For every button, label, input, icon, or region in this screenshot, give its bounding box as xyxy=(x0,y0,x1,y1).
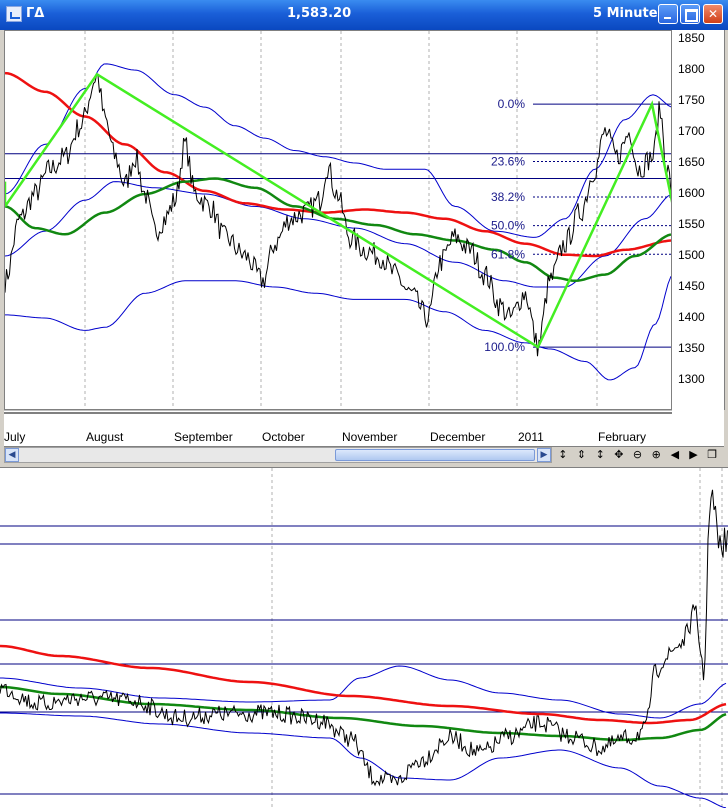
moving-average-green xyxy=(5,177,671,283)
time-tick-label: August xyxy=(86,430,124,444)
price-tick-label: 1450 xyxy=(678,279,705,293)
time-tick-label: December xyxy=(430,430,486,444)
lower-moving-average-red xyxy=(0,644,727,725)
price-tick-label: 1550 xyxy=(678,217,705,231)
last-price: 1,583.20 xyxy=(287,6,352,21)
price-axis[interactable]: 1850 1800 1750 1700 1650 1600 1550 1500 1450 1400… xyxy=(672,30,725,410)
secondary-chart-svg xyxy=(0,468,728,809)
arrow-right-icon[interactable]: ▶ xyxy=(537,448,551,462)
moving-average-red xyxy=(5,71,671,258)
price-series xyxy=(5,74,671,357)
price-tick-label: 1850 xyxy=(678,31,705,45)
auto-scale-icon[interactable]: ↕ xyxy=(556,447,570,463)
interval-label: 5 Minute xyxy=(593,6,658,21)
fib-level-label: 38.2% xyxy=(491,190,525,204)
restore-icon[interactable]: ❐ xyxy=(705,447,719,463)
price-tick-label: 1750 xyxy=(678,93,705,107)
symbol-title: ΓΔ xyxy=(26,6,45,21)
minimize-button[interactable] xyxy=(658,4,678,24)
scroll-page-icon[interactable]: ⇕ xyxy=(575,447,589,463)
time-tick-label: February xyxy=(598,430,647,444)
chart-window: ΓΔ 1,583.20 5 Minute 0.0% 23.6% 38.2% 50.0%… xyxy=(0,0,728,467)
price-tick-label: 1600 xyxy=(678,186,705,200)
price-tick-label: 1500 xyxy=(678,248,705,262)
close-button[interactable] xyxy=(703,4,723,24)
fib-level-label: 50.0% xyxy=(491,219,525,233)
zoom-in-icon[interactable]: ⊕ xyxy=(649,447,663,463)
time-tick-label: October xyxy=(262,430,305,444)
time-tick-label: July xyxy=(4,430,26,444)
price-tick-label: 1700 xyxy=(678,124,705,138)
next-icon[interactable]: ▶ xyxy=(687,447,701,463)
title-bar[interactable]: ΓΔ 1,583.20 5 Minute xyxy=(0,0,728,30)
price-tick-label: 1650 xyxy=(678,155,705,169)
price-tick-label: 1350 xyxy=(678,341,705,355)
price-tick-label: 1800 xyxy=(678,62,705,76)
fib-level-label: 23.6% xyxy=(491,154,525,168)
fib-level-label: 61.8% xyxy=(491,247,525,261)
horizontal-scrollbar[interactable]: ◀ ▶ xyxy=(4,447,552,463)
price-chart-svg: 0.0% 23.6% 38.2% 50.0% 61.8% 100.0% xyxy=(5,31,671,409)
maximize-button[interactable] xyxy=(680,4,700,24)
fib-level-label: 100.0% xyxy=(484,340,525,354)
price-chart-area[interactable]: 0.0% 23.6% 38.2% 50.0% 61.8% 100.0% xyxy=(4,30,672,410)
zoom-out-icon[interactable]: ⊖ xyxy=(631,447,645,463)
price-tick-label: 1400 xyxy=(678,310,705,324)
chart-app-icon xyxy=(6,6,22,22)
bollinger-lower-band xyxy=(5,276,671,381)
time-tick-label: September xyxy=(174,430,233,444)
secondary-chart-area[interactable] xyxy=(0,467,728,809)
lower-band-upper xyxy=(0,665,727,719)
previous-icon[interactable]: ◀ xyxy=(668,447,682,463)
move-vertical-icon[interactable]: ↕ xyxy=(593,447,607,463)
time-axis[interactable]: July August September October November Decemb… xyxy=(4,410,724,447)
price-tick-label: 1300 xyxy=(678,372,705,386)
time-tick-label: 2011 xyxy=(518,430,544,444)
arrow-left-icon[interactable]: ◀ xyxy=(5,448,19,462)
fib-level-label: 0.0% xyxy=(498,97,526,111)
time-tick-label: November xyxy=(342,430,398,444)
scrollbar-thumb[interactable] xyxy=(335,449,535,461)
move-icon[interactable]: ✥ xyxy=(612,447,626,463)
chart-navigation-toolbar: ↕ ⇕ ↕ ✥ ⊖ ⊕ ◀ ▶ ❐ xyxy=(556,447,724,463)
